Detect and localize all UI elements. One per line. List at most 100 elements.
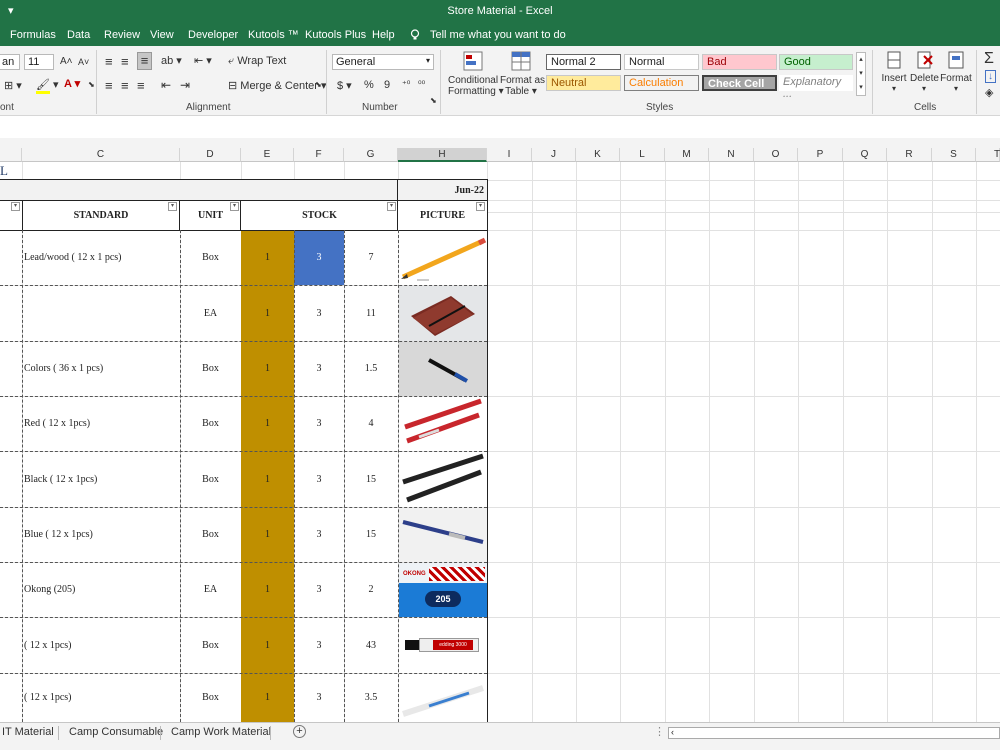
add-sheet-icon[interactable]: + xyxy=(293,725,306,738)
conditional-formatting-button[interactable]: Conditional Formatting ▾ xyxy=(448,50,504,97)
decrease-font-icon[interactable]: A˅ xyxy=(78,57,89,67)
horizontal-scrollbar[interactable]: ‹ xyxy=(668,727,1000,739)
cell-stock-f[interactable]: 3 xyxy=(294,673,344,722)
tab-split-handle-icon[interactable]: ⋮ xyxy=(654,725,665,738)
cell-stock-e[interactable]: 1 xyxy=(241,341,294,396)
cell-stock-f[interactable]: 3 xyxy=(294,617,344,673)
decrease-decimal-icon[interactable]: ⁰⁰ xyxy=(418,79,425,90)
column-header-t[interactable]: T xyxy=(976,148,1000,162)
tab-kutools[interactable]: Kutools ™ xyxy=(248,29,299,41)
cell-stock-f-selected[interactable]: 3 xyxy=(294,230,344,285)
borders-icon[interactable]: ⊞ ▾ xyxy=(4,79,22,92)
tell-me-search[interactable]: Tell me what you want to do xyxy=(430,29,566,41)
column-header-h[interactable]: H xyxy=(398,148,487,162)
autosum-icon[interactable]: Σ xyxy=(984,50,994,68)
column-header-r[interactable]: R xyxy=(887,148,932,162)
worksheet-grid[interactable]: L Jun-22 STANDARD UNIT STOCK PICTURE ▾ ▾… xyxy=(0,162,1000,722)
column-header-e[interactable]: E xyxy=(241,148,294,162)
scroll-left-icon[interactable]: ‹ xyxy=(671,727,674,737)
cell-stock-f[interactable]: 3 xyxy=(294,507,344,562)
cell-unit[interactable]: EA xyxy=(180,285,241,341)
percent-button[interactable]: % xyxy=(364,79,374,91)
cell-unit[interactable]: Box xyxy=(180,341,241,396)
column-header-b[interactable] xyxy=(0,148,22,162)
number-format-dropdown[interactable]: General ▾ xyxy=(332,54,434,70)
cell-stock-f[interactable]: 3 xyxy=(294,285,344,341)
sheet-tab-camp-work-material[interactable]: Camp Work Material xyxy=(171,726,271,738)
tab-formulas[interactable]: Formulas xyxy=(10,29,56,41)
column-header-c[interactable]: C xyxy=(22,148,180,162)
tab-kutools-plus[interactable]: Kutools Plus xyxy=(305,29,366,41)
cell-stock-f[interactable]: 3 xyxy=(294,451,344,507)
cell-stock-g[interactable]: 3.5 xyxy=(344,673,398,722)
column-header-p[interactable]: P xyxy=(798,148,843,162)
delete-cells-button[interactable]: Delete ▾ xyxy=(910,50,939,93)
cell-standard[interactable]: ( 12 x 1pcs) xyxy=(24,617,180,673)
style-good[interactable]: Good xyxy=(779,54,853,70)
tab-developer[interactable]: Developer xyxy=(188,29,238,41)
black-pens-image[interactable] xyxy=(399,452,487,507)
alignment-dialog-launcher-icon[interactable]: ⬊ xyxy=(315,80,322,89)
cell-stock-f[interactable]: 3 xyxy=(294,396,344,451)
cell-standard[interactable]: Colors ( 36 x 1 pcs) xyxy=(24,341,180,396)
cell-stock-e[interactable]: 1 xyxy=(241,451,294,507)
styles-scroll[interactable]: ▴ ▾ ▾ xyxy=(856,52,866,96)
column-header-g[interactable]: G xyxy=(344,148,398,162)
cell-unit[interactable]: Box xyxy=(180,507,241,562)
increase-font-icon[interactable]: A˄ xyxy=(60,56,73,67)
style-check-cell[interactable]: Check Cell xyxy=(702,75,777,91)
style-bad[interactable]: Bad xyxy=(702,54,777,70)
orientation-icon[interactable]: ab ▾ xyxy=(161,54,182,67)
column-header-k[interactable]: K xyxy=(576,148,620,162)
column-header-d[interactable]: D xyxy=(180,148,241,162)
increase-indent-icon[interactable]: ⇥ xyxy=(180,78,190,92)
decrease-indent-icon[interactable]: ⇤ xyxy=(161,78,171,92)
cell-stock-e[interactable]: 1 xyxy=(241,396,294,451)
tab-data[interactable]: Data xyxy=(67,29,90,41)
cell-unit[interactable]: Box xyxy=(180,230,241,285)
cell-stock-g[interactable]: 2 xyxy=(344,562,398,617)
font-name-box[interactable]: an xyxy=(0,54,20,70)
currency-button[interactable]: $ ▾ xyxy=(337,79,352,92)
cell-standard[interactable]: Blue ( 12 x 1pcs) xyxy=(24,507,180,562)
number-dialog-launcher-icon[interactable]: ⬊ xyxy=(430,96,437,105)
font-dialog-launcher-icon[interactable]: ⬊ xyxy=(88,80,95,89)
cell-stock-e[interactable]: 1 xyxy=(241,617,294,673)
align-middle-icon[interactable]: ≡ xyxy=(121,54,129,69)
style-neutral[interactable]: Neutral xyxy=(546,75,621,91)
cell-standard[interactable]: Black ( 12 x 1pcs) xyxy=(24,451,180,507)
fill-color-icon[interactable]: 🖌 ▾ xyxy=(36,78,59,94)
cell-stock-e[interactable]: 1 xyxy=(241,562,294,617)
filter-dropdown-icon[interactable]: ▾ xyxy=(168,202,177,211)
column-header-s[interactable]: S xyxy=(932,148,976,162)
cell-unit[interactable]: Box xyxy=(180,617,241,673)
cell-stock-g[interactable]: 7 xyxy=(344,230,398,285)
merge-center-button[interactable]: ⊟ Merge & Center ▾ xyxy=(228,79,327,92)
comma-style-button[interactable]: 9 xyxy=(384,79,390,91)
style-explanatory[interactable]: Explanatory ... xyxy=(779,75,853,100)
tab-help[interactable]: Help xyxy=(372,29,395,41)
cell-standard[interactable] xyxy=(24,285,180,341)
font-size-box[interactable]: 11 xyxy=(24,54,54,70)
text-direction-icon[interactable]: ⇤ ▾ xyxy=(194,54,212,67)
format-cells-button[interactable]: Format ▾ xyxy=(940,50,972,93)
tab-view[interactable]: View xyxy=(150,29,174,41)
cell-stock-g[interactable]: 4 xyxy=(344,396,398,451)
cell-standard[interactable]: Lead/wood ( 12 x 1 pcs) xyxy=(24,230,180,285)
style-normal[interactable]: Normal xyxy=(624,54,699,70)
style-normal-2[interactable]: Normal 2 xyxy=(546,54,621,70)
cell-stock-g[interactable]: 11 xyxy=(344,285,398,341)
pen-image[interactable] xyxy=(399,342,487,396)
column-header-f[interactable]: F xyxy=(294,148,344,162)
font-color-icon[interactable]: A ▾ xyxy=(64,77,80,90)
cell-stock-e[interactable]: 1 xyxy=(241,673,294,722)
filter-dropdown-icon[interactable]: ▾ xyxy=(476,202,485,211)
align-left-icon[interactable]: ≡ xyxy=(105,78,113,93)
notebook-image[interactable] xyxy=(399,286,487,341)
align-bottom-icon[interactable]: ≡ xyxy=(137,52,152,70)
cell-stock-g[interactable]: 43 xyxy=(344,617,398,673)
align-right-icon[interactable]: ≡ xyxy=(137,78,145,93)
cell-stock-f[interactable]: 3 xyxy=(294,341,344,396)
fill-icon[interactable]: ↓ xyxy=(985,70,996,83)
column-header-j[interactable]: J xyxy=(532,148,576,162)
